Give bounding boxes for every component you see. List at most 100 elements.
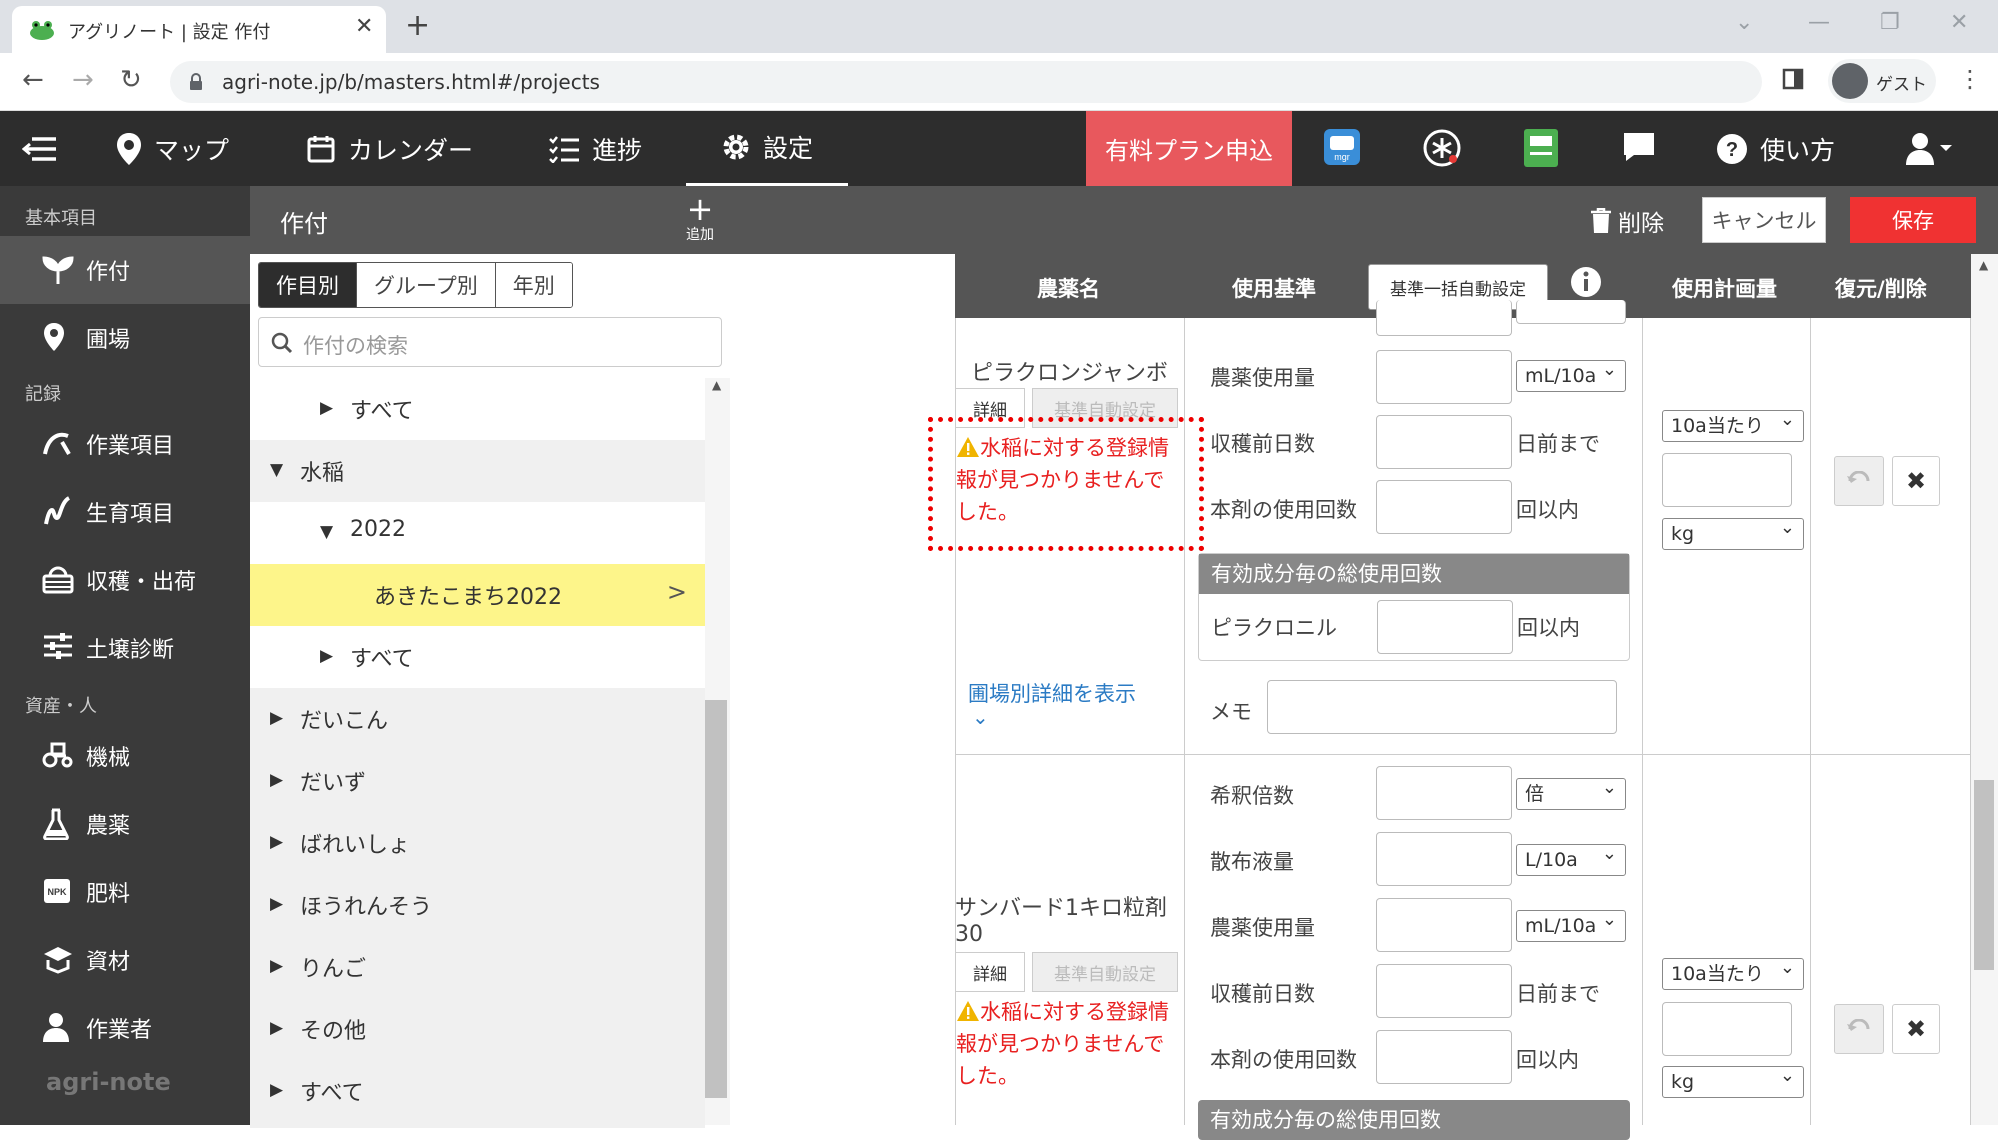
spray-unit-select[interactable]: L/10a (1516, 839, 1626, 876)
sidebar-item-material[interactable]: 資材 (0, 928, 250, 992)
forward-icon[interactable]: → (72, 65, 94, 95)
tree-row-soybean[interactable]: ▶ だいず (250, 750, 705, 812)
side-panel-icon[interactable] (1782, 68, 1804, 90)
tree-scroll-thumb[interactable] (705, 700, 727, 1098)
tree-row-2022[interactable]: ▼ 2022 (250, 502, 705, 564)
detail-button[interactable]: 詳細 (955, 952, 1025, 992)
tab-close-icon[interactable]: ✕ (355, 14, 373, 39)
warning-triangle-icon (956, 1000, 980, 1022)
caret-right-icon: ▶ (270, 708, 284, 728)
tab-by-crop[interactable]: 作目別 (259, 263, 357, 307)
tree-row-other[interactable]: ▶ その他 (250, 998, 705, 1060)
planned-amount-input[interactable] (1662, 1002, 1792, 1056)
main-scroll-thumb[interactable] (1974, 780, 1994, 970)
per-area-select[interactable]: 10a当たり (1662, 953, 1804, 990)
tree-row-apple[interactable]: ▶ りんご (250, 936, 705, 998)
planned-unit-select[interactable]: kg (1662, 513, 1804, 550)
usage-input[interactable] (1376, 898, 1512, 952)
tree-row-spinach[interactable]: ▶ ほうれんそう (250, 874, 705, 936)
count-input[interactable] (1376, 1030, 1512, 1084)
auto-set-button[interactable]: 基準自動設定 (1032, 952, 1178, 992)
sickle-icon (42, 428, 72, 458)
undo-button[interactable] (1834, 1004, 1884, 1054)
sidebar-item-soil[interactable]: 土壌診断 (0, 616, 250, 680)
dilution-input[interactable] (1376, 766, 1512, 820)
spray-input[interactable] (1376, 832, 1512, 886)
tree-row-potato[interactable]: ▶ ばれいしょ (250, 812, 705, 874)
preharvest-input[interactable] (1376, 415, 1512, 469)
sidebar-item-pesticide[interactable]: 農薬 (0, 792, 250, 856)
ingredient-count-input[interactable] (1377, 600, 1513, 654)
info-icon[interactable] (1570, 266, 1602, 298)
nav-settings[interactable]: 設定 (686, 111, 848, 186)
delete-button[interactable]: 削除 (1590, 204, 1664, 238)
sidebar-item-field[interactable]: 圃場 (0, 306, 250, 370)
new-tab-icon[interactable]: + (405, 8, 430, 43)
paid-plan-button[interactable]: 有料プラン申込 (1086, 111, 1292, 186)
user-menu-icon[interactable] (1906, 132, 1956, 166)
cancel-button[interactable]: キャンセル (1702, 197, 1826, 243)
restore-icon[interactable]: ❐ (1880, 10, 1900, 35)
tree-row-daikon[interactable]: ▶ だいこん (250, 688, 705, 750)
minimize-icon[interactable]: — (1808, 10, 1830, 35)
menu-kebab-icon[interactable]: ⋮ (1958, 65, 1982, 93)
tree-row-akitakomachi[interactable]: あきたこまち2022 > (250, 564, 705, 626)
planned-amount-input[interactable] (1662, 453, 1792, 507)
per-area-select[interactable]: 10a当たり (1662, 405, 1804, 442)
remove-button[interactable]: ✖ (1892, 1004, 1940, 1054)
tree-row-rice[interactable]: ▼ 水稲 (250, 440, 705, 502)
tree-row-all-1[interactable]: ▶ すべて (250, 378, 705, 440)
crop-search-input[interactable]: 作付の検索 (258, 317, 722, 367)
tab-by-year[interactable]: 年別 (495, 263, 572, 307)
chevron-down-icon[interactable]: ⌄ (972, 705, 989, 729)
preharvest-input[interactable] (1376, 964, 1512, 1018)
dilution-unit-select[interactable]: 倍 (1516, 773, 1626, 810)
sidebar-item-fertilizer[interactable]: NPK 肥料 (0, 860, 250, 924)
sidebar-item-machine[interactable]: 機械 (0, 724, 250, 788)
planned-unit-select[interactable]: kg (1662, 1061, 1804, 1098)
undo-button[interactable] (1834, 456, 1884, 506)
save-button[interactable]: 保存 (1850, 197, 1976, 243)
tree-row-all-2[interactable]: ▶ すべて (250, 626, 705, 688)
nav-calendar[interactable]: カレンダー (306, 111, 473, 186)
nav-progress[interactable]: 進捗 (548, 111, 642, 186)
mgr-app-icon[interactable]: mgr (1323, 128, 1361, 166)
clipped-input[interactable] (1376, 300, 1512, 336)
sidebar-item-worker[interactable]: 作業者 (0, 996, 250, 1060)
nav-map[interactable]: マップ (116, 111, 229, 186)
caret-right-icon: ▶ (270, 894, 284, 914)
tab-search-icon[interactable]: ⌄ (1735, 10, 1753, 35)
usage-unit-select[interactable]: mL/10a (1516, 905, 1626, 942)
memo-input[interactable] (1267, 680, 1617, 734)
caret-right-icon: ▶ (320, 646, 334, 666)
nav-help[interactable]: ? 使い方 (1716, 111, 1835, 186)
scroll-up-icon[interactable]: ▲ (712, 378, 721, 392)
sidebar-item-crop[interactable]: 作付 (0, 236, 250, 304)
tree-row-all-3[interactable]: ▶ すべて (250, 1060, 705, 1122)
usage-input[interactable] (1376, 350, 1512, 404)
spray-label: 散布液量 (1210, 850, 1294, 874)
remove-button[interactable]: ✖ (1892, 456, 1940, 506)
chat-icon[interactable] (1622, 131, 1656, 163)
omnibox[interactable]: agri-note.jp/b/masters.html#/projects (170, 61, 1762, 103)
back-icon[interactable]: ← (22, 65, 44, 95)
reload-icon[interactable]: ↻ (120, 65, 142, 95)
tab-by-group[interactable]: グループ別 (357, 263, 496, 307)
sidebar-item-harvest[interactable]: 収穫・出荷 (0, 548, 250, 612)
profile-button[interactable]: ゲスト (1828, 59, 1936, 103)
usage-unit-select[interactable]: mL/10a (1516, 355, 1626, 392)
browser-tab[interactable]: アグリノート | 設定 作付 ✕ (12, 6, 386, 53)
scroll-up-icon[interactable]: ▲ (1979, 258, 1988, 272)
field-detail-link[interactable]: 圃場別詳細を表示 (968, 678, 1136, 708)
close-window-icon[interactable]: ✕ (1950, 10, 1968, 35)
clipped-select[interactable] (1516, 300, 1626, 324)
notebook-app-icon[interactable] (1522, 128, 1560, 168)
ingredient-group: 有効成分毎の総使用回数 ピラクロニル 回以内 (1198, 553, 1630, 661)
sidebar-toggle-icon[interactable] (22, 111, 58, 186)
sidebar-item-growth[interactable]: 生育項目 (0, 480, 250, 544)
asterisk-app-icon[interactable] (1422, 128, 1462, 168)
main-scrollbar[interactable]: ▲ (1971, 254, 1998, 1125)
sidebar-item-work[interactable]: 作業項目 (0, 412, 250, 476)
add-button[interactable]: + 追加 (680, 193, 720, 244)
count-input[interactable] (1376, 480, 1512, 534)
